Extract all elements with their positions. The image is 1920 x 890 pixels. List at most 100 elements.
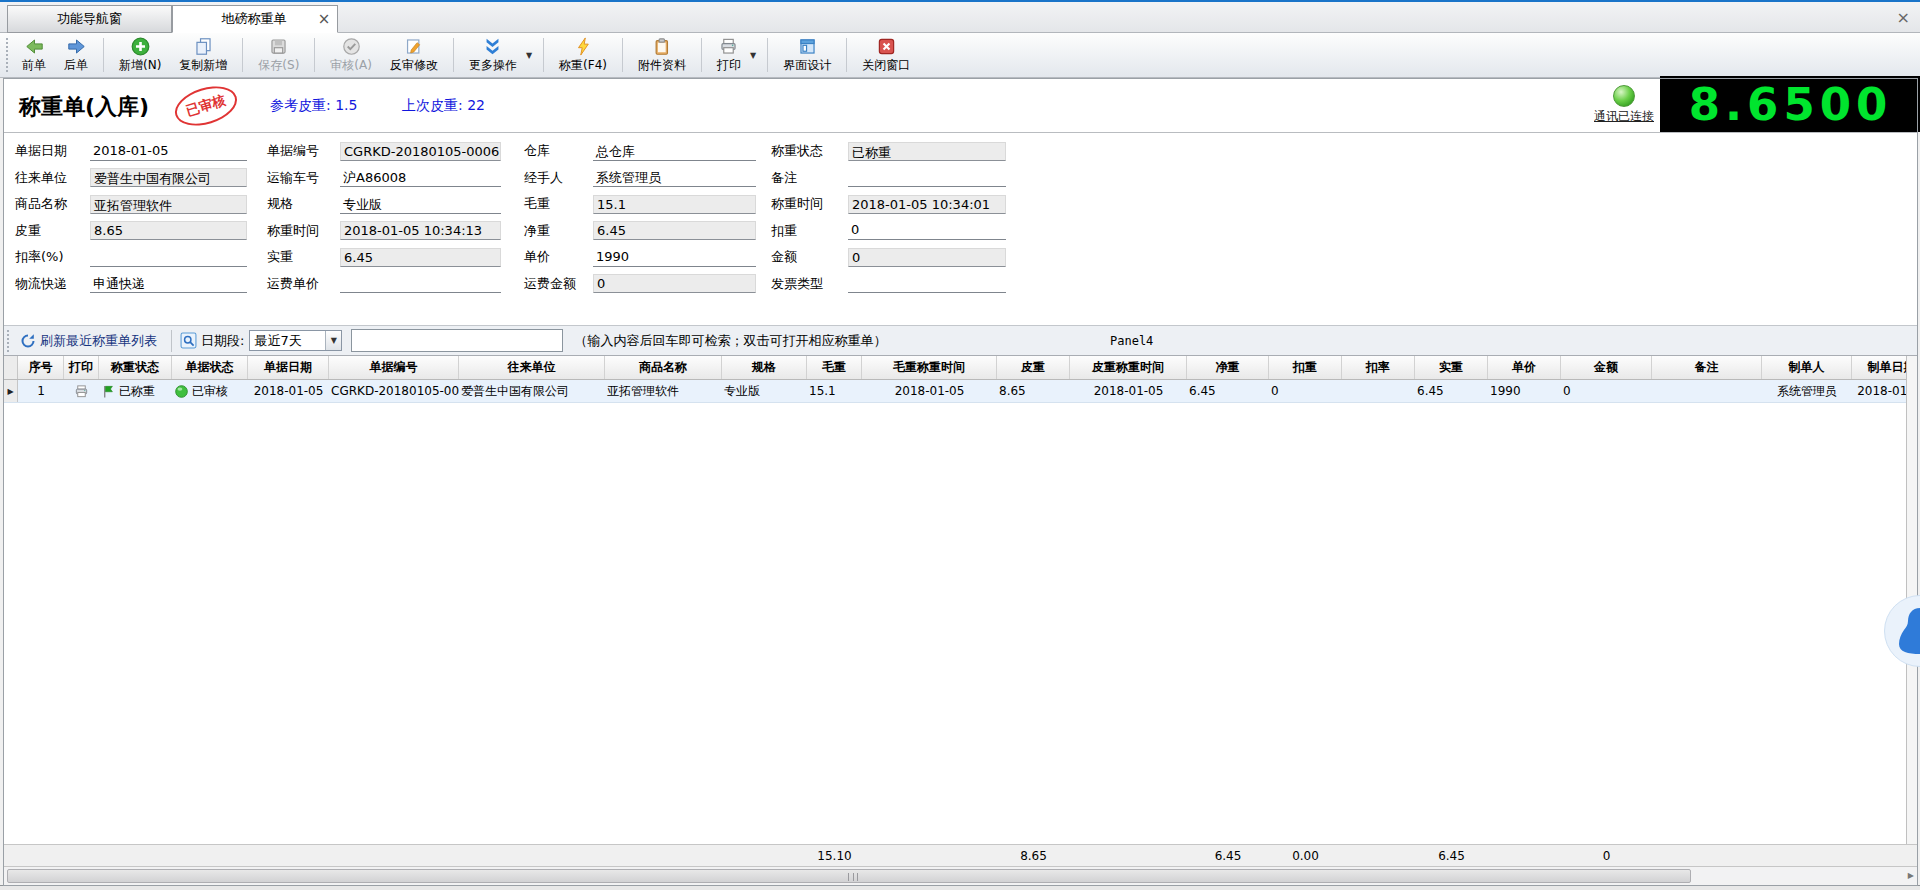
cell-amount[interactable]: 0 <box>1561 380 1652 402</box>
horizontal-scrollbar[interactable]: ▶ <box>4 867 1917 885</box>
cell-partner[interactable]: 爱普生中国有限公司 <box>459 380 605 402</box>
form-row: 称重时间2018-01-05 10:34:01 <box>771 191 1006 218</box>
field-value-editable[interactable]: 2018-01-05 <box>90 142 247 161</box>
tab-bar: 功能导航窗 地磅称重单 × × <box>0 2 1920 33</box>
scrollbar-thumb[interactable] <box>7 869 1691 883</box>
more-actions-dropdown-caret-icon[interactable]: ▼ <box>526 33 537 77</box>
tab-function-nav[interactable]: 功能导航窗 <box>7 5 172 33</box>
search-input[interactable] <box>351 329 563 352</box>
cell-remark[interactable] <box>1652 380 1762 402</box>
column-header-deduct_rate[interactable]: 扣率 <box>1342 356 1415 379</box>
print-button[interactable]: 打印 <box>708 33 750 77</box>
weigh-button[interactable]: 称重(F4) <box>550 33 616 77</box>
cell-doc_no[interactable]: CGRKD-20180105-00 <box>329 380 459 402</box>
column-header-spec[interactable]: 规格 <box>722 356 807 379</box>
column-header-deduct_weight[interactable]: 扣重 <box>1269 356 1342 379</box>
column-header-seq[interactable]: 序号 <box>18 356 64 379</box>
cell-text: 8.65 <box>999 384 1026 398</box>
column-header-tare_time[interactable]: 皮重称重时间 <box>1070 356 1187 379</box>
column-header-product[interactable]: 商品名称 <box>605 356 722 379</box>
tabstrip-close-icon[interactable]: × <box>1897 10 1910 26</box>
field-value-editable[interactable] <box>848 274 1006 293</box>
form-row: 单据日期2018-01-05 <box>15 138 247 165</box>
summary-doc_date <box>248 845 329 866</box>
connection-indicator[interactable]: 通讯已连接 <box>1582 83 1666 125</box>
field-value-editable[interactable]: 沪A86008 <box>340 168 501 187</box>
reverse-audit-button[interactable]: 反审修改 <box>381 33 447 77</box>
cell-tare_time[interactable]: 2018-01-05 <box>1070 380 1187 402</box>
cell-product[interactable]: 亚拓管理软件 <box>605 380 722 402</box>
column-header-price[interactable]: 单价 <box>1488 356 1561 379</box>
close-window-button[interactable]: 关闭窗口 <box>853 33 919 77</box>
attachments-button[interactable]: 附件资料 <box>629 33 695 77</box>
column-header-print[interactable]: 打印 <box>64 356 99 379</box>
field-value-editable[interactable] <box>340 274 501 293</box>
field-value-editable[interactable]: 总仓库 <box>593 142 756 161</box>
cell-deduct_rate[interactable] <box>1342 380 1415 402</box>
cell-actual[interactable]: 6.45 <box>1415 380 1488 402</box>
printer-icon[interactable] <box>74 384 89 399</box>
panel-separator <box>171 330 172 352</box>
cell-spec[interactable]: 专业版 <box>722 380 807 402</box>
chevron-down-icon[interactable]: ▼ <box>325 331 341 350</box>
cell-print[interactable] <box>64 380 99 402</box>
ui-design-button[interactable]: 界面设计 <box>774 33 840 77</box>
column-header-tare[interactable]: 皮重 <box>997 356 1070 379</box>
column-header-creator[interactable]: 制单人 <box>1762 356 1852 379</box>
cell-doc_status[interactable]: 已审核 <box>172 380 248 402</box>
column-header-amount[interactable]: 金额 <box>1561 356 1652 379</box>
column-header-doc_no[interactable]: 单据编号 <box>329 356 459 379</box>
column-header-partner[interactable]: 往来单位 <box>459 356 605 379</box>
refresh-list-button[interactable]: 刷新最近称重单列表 <box>14 332 165 350</box>
field-value-editable[interactable] <box>848 168 1006 187</box>
field-value-editable[interactable]: 1990 <box>593 248 756 267</box>
cell-seq[interactable]: 1 <box>18 380 64 402</box>
summary-deduct_rate <box>1342 845 1415 866</box>
toolbar-grip[interactable] <box>6 38 9 72</box>
field-value-editable[interactable]: 申通快递 <box>90 274 247 293</box>
column-header-actual[interactable]: 实重 <box>1415 356 1488 379</box>
field-value-editable[interactable]: 系统管理员 <box>593 168 756 187</box>
cell-gross[interactable]: 15.1 <box>807 380 862 402</box>
cell-creator[interactable]: 系统管理员 <box>1762 380 1852 402</box>
table-header: 序号打印称重状态单据状态单据日期单据编号往来单位商品名称规格毛重毛重称重时间皮重… <box>4 356 1917 380</box>
tab-weighbridge-ticket[interactable]: 地磅称重单 × <box>172 5 338 33</box>
column-header-remark[interactable]: 备注 <box>1652 356 1762 379</box>
form-row: 净重6.45 <box>524 218 756 245</box>
form-row: 扣率(%) <box>15 244 247 271</box>
cell-tare[interactable]: 8.65 <box>997 380 1070 402</box>
cell-doc_date[interactable]: 2018-01-05 <box>248 380 329 402</box>
search-hint: （输入内容后回车即可检索；双击可打开相应称重单） <box>574 332 886 350</box>
document-header: 称重单(入库) 已审核 参考皮重: 1.5 上次皮重: 22 通讯已连接 8.6… <box>4 79 1917 133</box>
cell-weigh_status[interactable]: 已称重 <box>99 380 172 402</box>
column-header-weigh_status[interactable]: 称重状态 <box>99 356 172 379</box>
summary-net: 6.45 <box>1187 845 1269 866</box>
field-value-editable[interactable]: 专业版 <box>340 195 501 214</box>
column-header-doc_status[interactable]: 单据状态 <box>172 356 248 379</box>
field-value-editable[interactable] <box>90 248 247 267</box>
cell-gross_time[interactable]: 2018-01-05 <box>862 380 997 402</box>
cell-net[interactable]: 6.45 <box>1187 380 1269 402</box>
date-range-select[interactable]: 最近7天 ▼ <box>249 330 342 351</box>
more-actions-button[interactable]: 更多操作 <box>460 33 526 77</box>
scrollbar-right-arrow-icon[interactable]: ▶ <box>1908 871 1914 880</box>
column-header-doc_date[interactable]: 单据日期 <box>248 356 329 379</box>
prev-doc-button[interactable]: 前单 <box>13 33 55 77</box>
copy-new-button[interactable]: 复制新增 <box>170 33 236 77</box>
lightning-icon <box>574 37 593 56</box>
add-new-button[interactable]: 新增(N) <box>110 33 170 77</box>
column-header-gross_time[interactable]: 毛重称重时间 <box>862 356 997 379</box>
table-row[interactable]: ▶ 1已称重已审核2018-01-05CGRKD-20180105-00爱普生中… <box>4 380 1917 403</box>
next-doc-button[interactable]: 后单 <box>55 33 97 77</box>
cell-deduct_weight[interactable]: 0 <box>1269 380 1342 402</box>
panel-grip[interactable] <box>7 330 10 352</box>
column-header-net[interactable]: 净重 <box>1187 356 1269 379</box>
cell-price[interactable]: 1990 <box>1488 380 1561 402</box>
connection-status-label[interactable]: 通讯已连接 <box>1582 108 1666 125</box>
print-dropdown-caret-icon[interactable]: ▼ <box>750 33 761 77</box>
audit-button: 审核(A) <box>321 33 381 77</box>
tab-close-icon[interactable]: × <box>311 10 337 28</box>
field-value-readonly: 亚拓管理软件 <box>90 195 247 214</box>
column-header-gross[interactable]: 毛重 <box>807 356 862 379</box>
field-value-editable[interactable]: 0 <box>848 221 1006 240</box>
